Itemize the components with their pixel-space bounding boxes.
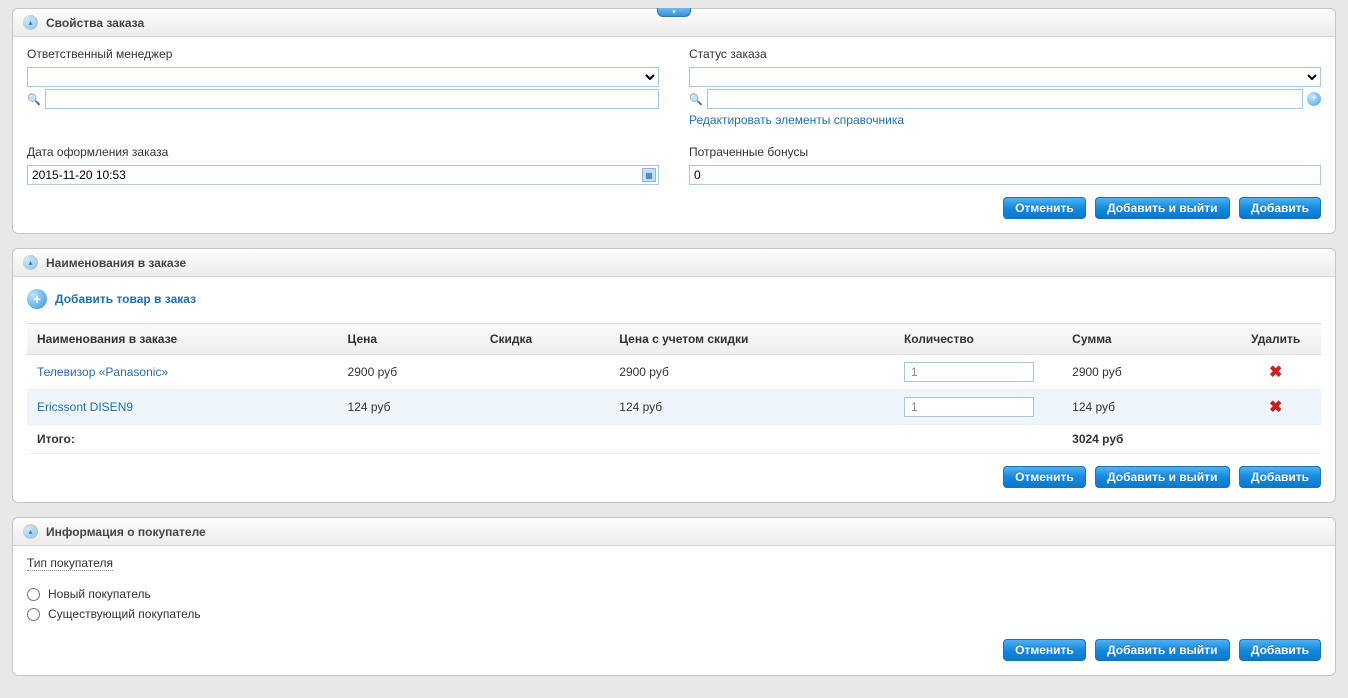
panel-title: Информация о покупателе <box>46 525 206 539</box>
cancel-button[interactable]: Отменить <box>1003 197 1086 219</box>
manager-select[interactable] <box>27 67 659 87</box>
calendar-icon[interactable]: ▦ <box>642 168 656 182</box>
page-expand-tab[interactable] <box>657 8 691 17</box>
collapse-icon[interactable]: ▴ <box>23 524 38 539</box>
order-date-label: Дата оформления заказа <box>27 145 659 159</box>
item-price: 2900 руб <box>338 355 480 390</box>
buyer-type-new-label: Новый покупатель <box>48 587 151 601</box>
buyer-type-existing-label: Существующий покупатель <box>48 607 201 621</box>
col-price: Цена <box>338 324 480 355</box>
edit-reference-link[interactable]: Редактировать элементы справочника <box>689 113 1321 127</box>
save-exit-button[interactable]: Добавить и выйти <box>1095 639 1229 661</box>
total-row: Итого: 3024 руб <box>27 425 1321 454</box>
col-sum: Сумма <box>1062 324 1230 355</box>
delete-row-icon[interactable]: ✖ <box>1269 364 1282 381</box>
total-label: Итого: <box>27 425 338 454</box>
save-exit-button[interactable]: Добавить и выйти <box>1095 466 1229 488</box>
cancel-button[interactable]: Отменить <box>1003 639 1086 661</box>
manager-lookup-input[interactable] <box>45 89 659 109</box>
save-button[interactable]: Добавить <box>1239 639 1321 661</box>
search-icon[interactable]: 🔍 <box>689 92 703 106</box>
save-exit-button[interactable]: Добавить и выйти <box>1095 197 1229 219</box>
search-icon[interactable]: 🔍 <box>27 92 41 106</box>
panel-buyer-info: ▴ Информация о покупателе Тип покупателя… <box>12 517 1336 676</box>
buyer-type-label: Тип покупателя <box>27 556 113 571</box>
item-qty-input[interactable] <box>904 397 1034 417</box>
buyer-type-existing-radio[interactable] <box>27 608 40 621</box>
save-button[interactable]: Добавить <box>1239 197 1321 219</box>
add-item-icon[interactable]: + <box>27 289 47 309</box>
manager-label: Ответственный менеджер <box>27 47 659 61</box>
item-name-link[interactable]: Телевизор «Panasonic» <box>37 365 168 379</box>
table-row: Ericssont DISEN9 124 руб 124 руб 124 руб… <box>27 390 1321 425</box>
item-sum: 124 руб <box>1062 390 1230 425</box>
panel-order-properties: ▴ Свойства заказа Ответственный менеджер… <box>12 8 1336 234</box>
col-discount: Скидка <box>480 324 609 355</box>
total-value: 3024 руб <box>1062 425 1230 454</box>
item-disc-price: 124 руб <box>609 390 894 425</box>
bonus-label: Потраченные бонусы <box>689 145 1321 159</box>
collapse-icon[interactable]: ▴ <box>23 255 38 270</box>
status-label: Статус заказа <box>689 47 1321 61</box>
items-table: Наименования в заказе Цена Скидка Цена с… <box>27 323 1321 454</box>
buyer-type-new-radio[interactable] <box>27 588 40 601</box>
add-item-link[interactable]: Добавить товар в заказ <box>55 292 196 306</box>
col-disc-price: Цена с учетом скидки <box>609 324 894 355</box>
col-qty: Количество <box>894 324 1062 355</box>
add-status-icon[interactable]: + <box>1307 92 1321 106</box>
col-name: Наименования в заказе <box>27 324 338 355</box>
item-discount <box>480 390 609 425</box>
panel-title: Свойства заказа <box>46 16 144 30</box>
order-date-input[interactable] <box>27 165 659 185</box>
item-name-link[interactable]: Ericssont DISEN9 <box>37 400 133 414</box>
collapse-icon[interactable]: ▴ <box>23 15 38 30</box>
delete-row-icon[interactable]: ✖ <box>1269 399 1282 416</box>
save-button[interactable]: Добавить <box>1239 466 1321 488</box>
status-lookup-input[interactable] <box>707 89 1303 109</box>
status-select[interactable] <box>689 67 1321 87</box>
bonus-input[interactable] <box>689 165 1321 185</box>
col-delete: Удалить <box>1230 324 1321 355</box>
item-discount <box>480 355 609 390</box>
cancel-button[interactable]: Отменить <box>1003 466 1086 488</box>
item-price: 124 руб <box>338 390 480 425</box>
table-row: Телевизор «Panasonic» 2900 руб 2900 руб … <box>27 355 1321 390</box>
item-qty-input[interactable] <box>904 362 1034 382</box>
item-sum: 2900 руб <box>1062 355 1230 390</box>
item-disc-price: 2900 руб <box>609 355 894 390</box>
panel-order-items: ▴ Наименования в заказе + Добавить товар… <box>12 248 1336 503</box>
panel-title: Наименования в заказе <box>46 256 186 270</box>
